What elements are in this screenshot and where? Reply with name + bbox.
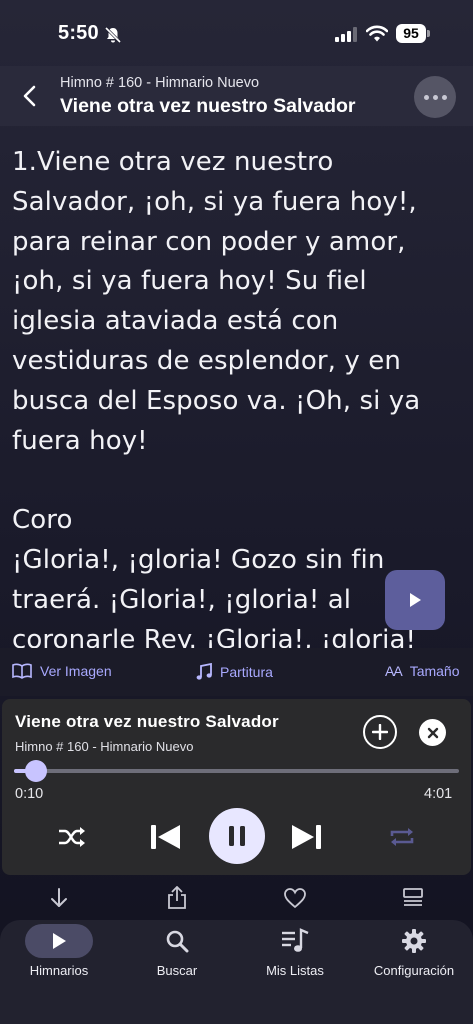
more-dot-icon	[423, 94, 429, 100]
close-icon	[427, 727, 438, 738]
view-image-button[interactable]: Ver Imagen	[12, 663, 112, 679]
current-time: 0:10	[15, 786, 44, 802]
chevron-left-icon	[23, 85, 36, 107]
queue-list-icon	[403, 888, 423, 906]
tab-bar: Himnarios Buscar Mis Listas Configuració…	[0, 920, 473, 1024]
tab-label: Mis Listas	[266, 963, 324, 978]
tab-mis-listas[interactable]: Mis Listas	[236, 924, 354, 994]
previous-button[interactable]	[147, 819, 183, 855]
pause-icon	[229, 826, 245, 846]
progress-thumb[interactable]	[25, 760, 48, 782]
floating-play-button[interactable]	[385, 570, 445, 630]
status-time: 5:50	[58, 22, 99, 44]
tab-buscar[interactable]: Buscar	[118, 924, 236, 994]
total-time: 4:01	[424, 786, 453, 802]
add-to-list-button[interactable]	[363, 715, 397, 749]
more-options-button[interactable]	[414, 76, 456, 118]
hymn-subtitle: Himno # 160 - Himnario Nuevo	[60, 75, 260, 91]
heart-icon	[284, 888, 306, 909]
skip-previous-icon	[151, 825, 180, 849]
progress-slider[interactable]	[14, 760, 459, 782]
tab-label: Himnarios	[29, 963, 89, 978]
favorite-button[interactable]	[283, 886, 307, 910]
tab-icon-wrap	[261, 924, 329, 958]
repeat-icon	[390, 828, 414, 846]
sheet-music-label: Partitura	[220, 664, 273, 680]
view-image-label: Ver Imagen	[40, 663, 112, 679]
battery-cap	[427, 30, 430, 37]
signal-icon	[335, 27, 357, 42]
search-icon	[166, 930, 189, 953]
bell-off-icon	[104, 26, 122, 44]
playlist-icon	[282, 928, 309, 952]
lyrics-text: 1.Viene otra vez nuestro Salvador, ¡oh, …	[12, 143, 452, 648]
share-button[interactable]	[165, 886, 189, 910]
download-icon	[51, 888, 67, 907]
music-note-icon	[196, 663, 212, 680]
back-button[interactable]	[14, 80, 46, 112]
stanza-1: 1.Viene otra vez nuestro Salvador, ¡oh, …	[12, 147, 421, 456]
page-title: Viene otra vez nuestro Salvador	[60, 95, 356, 117]
plus-icon	[372, 724, 388, 740]
play-icon	[53, 933, 66, 949]
next-button[interactable]	[289, 819, 325, 855]
shuffle-button[interactable]	[54, 819, 90, 855]
tab-icon-wrap	[25, 924, 93, 958]
tab-configuracion[interactable]: Configuración	[355, 924, 473, 994]
battery-level: 95	[396, 24, 426, 43]
tab-icon-wrap	[380, 924, 448, 958]
tab-label: Configuración	[373, 963, 455, 978]
download-button[interactable]	[47, 886, 71, 910]
lyrics-view[interactable]: 1.Viene otra vez nuestro Salvador, ¡oh, …	[0, 126, 473, 648]
sheet-music-button[interactable]: Partitura	[196, 663, 273, 681]
tab-icon-wrap	[143, 924, 211, 958]
text-size-icon: AA	[385, 663, 403, 679]
close-player-button[interactable]	[419, 719, 446, 746]
play-icon	[410, 593, 421, 607]
tab-label: Buscar	[156, 963, 198, 978]
app-screen: 5:50 95 Himno # 160 - Himnario Nuevo Vie…	[0, 0, 473, 1024]
more-dot-icon	[432, 94, 438, 100]
text-size-label: Tamaño	[409, 663, 460, 679]
text-size-button[interactable]: AA Tamaño	[385, 663, 460, 679]
gear-icon	[402, 929, 426, 953]
repeat-button[interactable]	[384, 819, 420, 855]
queue-button[interactable]	[401, 886, 425, 910]
audio-player: Viene otra vez nuestro Salvador Himno # …	[2, 699, 471, 875]
tab-himnarios[interactable]: Himnarios	[0, 924, 118, 994]
hymn-header: Himno # 160 - Himnario Nuevo Viene otra …	[0, 66, 473, 126]
more-dot-icon	[441, 94, 447, 100]
player-track-title: Viene otra vez nuestro Salvador	[15, 712, 279, 731]
lyrics-actions-bar: Ver Imagen Partitura AA Tamaño	[0, 648, 473, 696]
utility-row	[0, 876, 473, 920]
share-icon	[168, 886, 186, 909]
wifi-icon	[366, 25, 388, 42]
status-bar: 5:50 95	[0, 0, 473, 66]
player-track-subtitle: Himno # 160 - Himnario Nuevo	[15, 739, 194, 754]
chorus-label: Coro	[12, 505, 73, 536]
shuffle-icon	[59, 827, 85, 847]
battery-indicator: 95	[396, 24, 430, 43]
skip-next-icon	[292, 825, 321, 849]
pause-button[interactable]	[209, 808, 265, 864]
book-icon	[12, 663, 32, 679]
